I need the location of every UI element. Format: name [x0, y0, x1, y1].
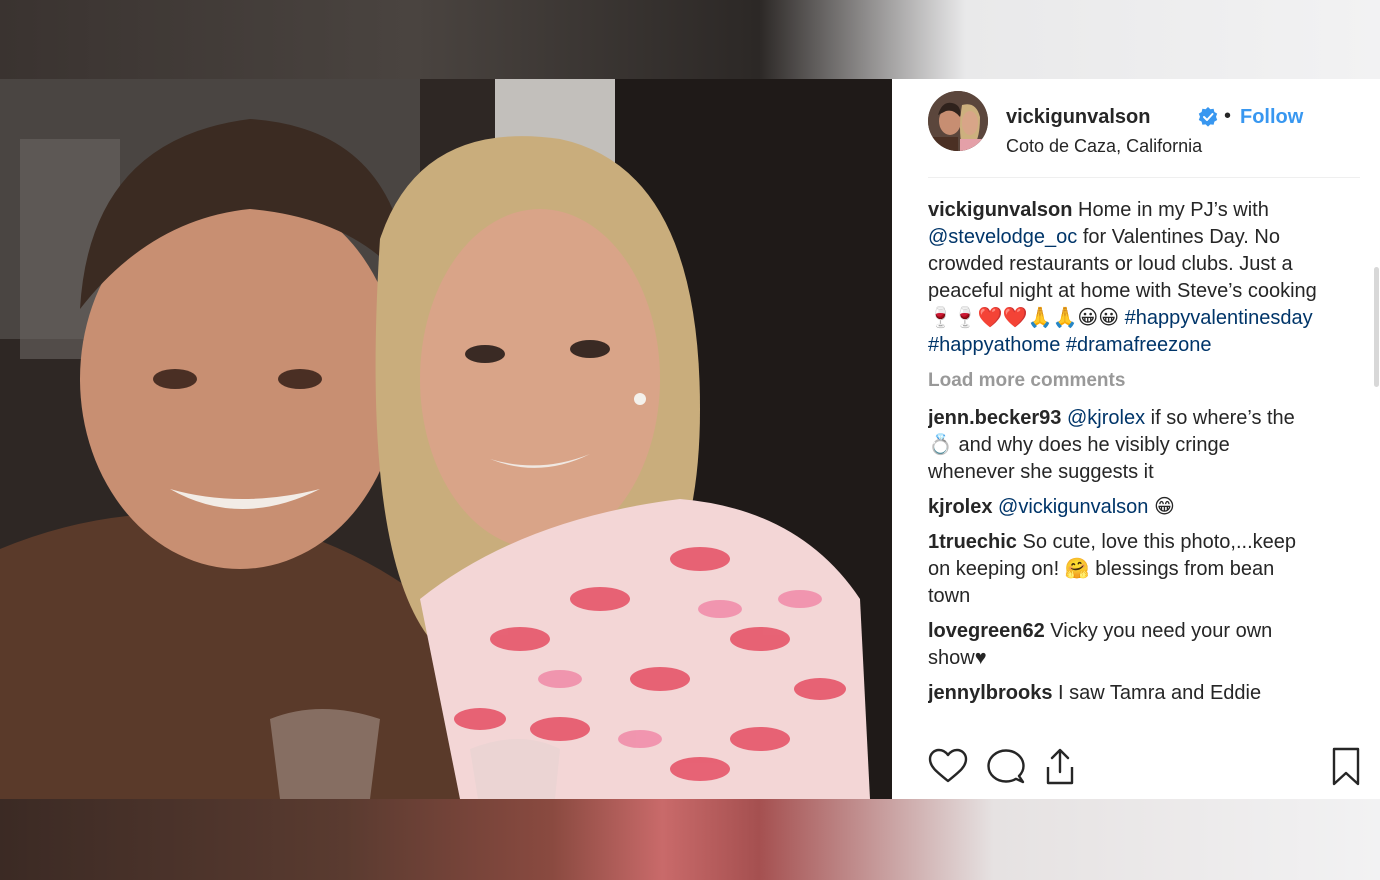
comment: lovegreen62 Vicky you need your own show… [928, 618, 1298, 672]
caption-username[interactable]: vickigunvalson [928, 199, 1073, 221]
comment-mention[interactable]: @kjrolex [1067, 407, 1145, 429]
caption-mention[interactable]: @stevelodge_oc [928, 226, 1077, 248]
comment: 1truechic So cute, love this photo,...ke… [928, 529, 1298, 610]
share-icon[interactable] [1040, 747, 1080, 787]
comment-text: 😁 [1148, 496, 1175, 518]
post-action-bar [928, 747, 1368, 791]
comment-mention[interactable]: @vickigunvalson [998, 496, 1148, 518]
comment-text: I saw Tamra and Eddie [1052, 682, 1262, 704]
comment-username[interactable]: lovegreen62 [928, 620, 1045, 642]
comments-scrollbar[interactable] [1374, 267, 1379, 387]
follow-button[interactable]: Follow [1240, 106, 1303, 129]
post-caption: vickigunvalson Home in my PJ’s with @ste… [928, 197, 1328, 359]
avatar[interactable] [928, 91, 988, 151]
caption-text: Home in my PJ’s with [1072, 199, 1269, 221]
post-username[interactable]: vickigunvalson [1006, 106, 1151, 129]
heart-icon[interactable] [928, 747, 968, 787]
load-more-comments-button[interactable]: Load more comments [928, 367, 1328, 394]
bookmark-icon[interactable] [1326, 747, 1366, 787]
hashtag-link[interactable]: #dramafreezone [1066, 334, 1212, 356]
post-location[interactable]: Coto de Caza, California [1006, 136, 1202, 157]
blurred-backdrop-bottom [0, 799, 1380, 880]
comments-list: vickigunvalson Home in my PJ’s with @ste… [928, 197, 1328, 737]
separator-dot: • [1224, 105, 1232, 127]
post-side-panel: vickigunvalson • Follow Coto de Caza, Ca… [892, 79, 1380, 799]
comment-username[interactable]: 1truechic [928, 531, 1017, 553]
post-photo [0, 79, 892, 799]
comment-username[interactable]: jenn.becker93 [928, 407, 1061, 429]
comment: jenn.becker93 @kjrolex if so where’s the… [928, 405, 1298, 486]
comment-username[interactable]: kjrolex [928, 496, 992, 518]
comment: jennylbrooks I saw Tamra and Eddie [928, 680, 1298, 707]
header-divider [928, 177, 1360, 178]
hashtag-link[interactable]: #happyvalentinesday [1125, 307, 1313, 329]
comment-bubble-icon[interactable] [986, 747, 1026, 787]
post-header: vickigunvalson • Follow Coto de Caza, Ca… [928, 91, 1360, 175]
blurred-backdrop-top [0, 0, 1380, 79]
verified-badge-icon [1198, 107, 1218, 127]
hashtag-link[interactable]: #happyathome [928, 334, 1060, 356]
comment: kjrolex @vickigunvalson 😁 [928, 494, 1298, 521]
comment-username[interactable]: jennylbrooks [928, 682, 1052, 704]
